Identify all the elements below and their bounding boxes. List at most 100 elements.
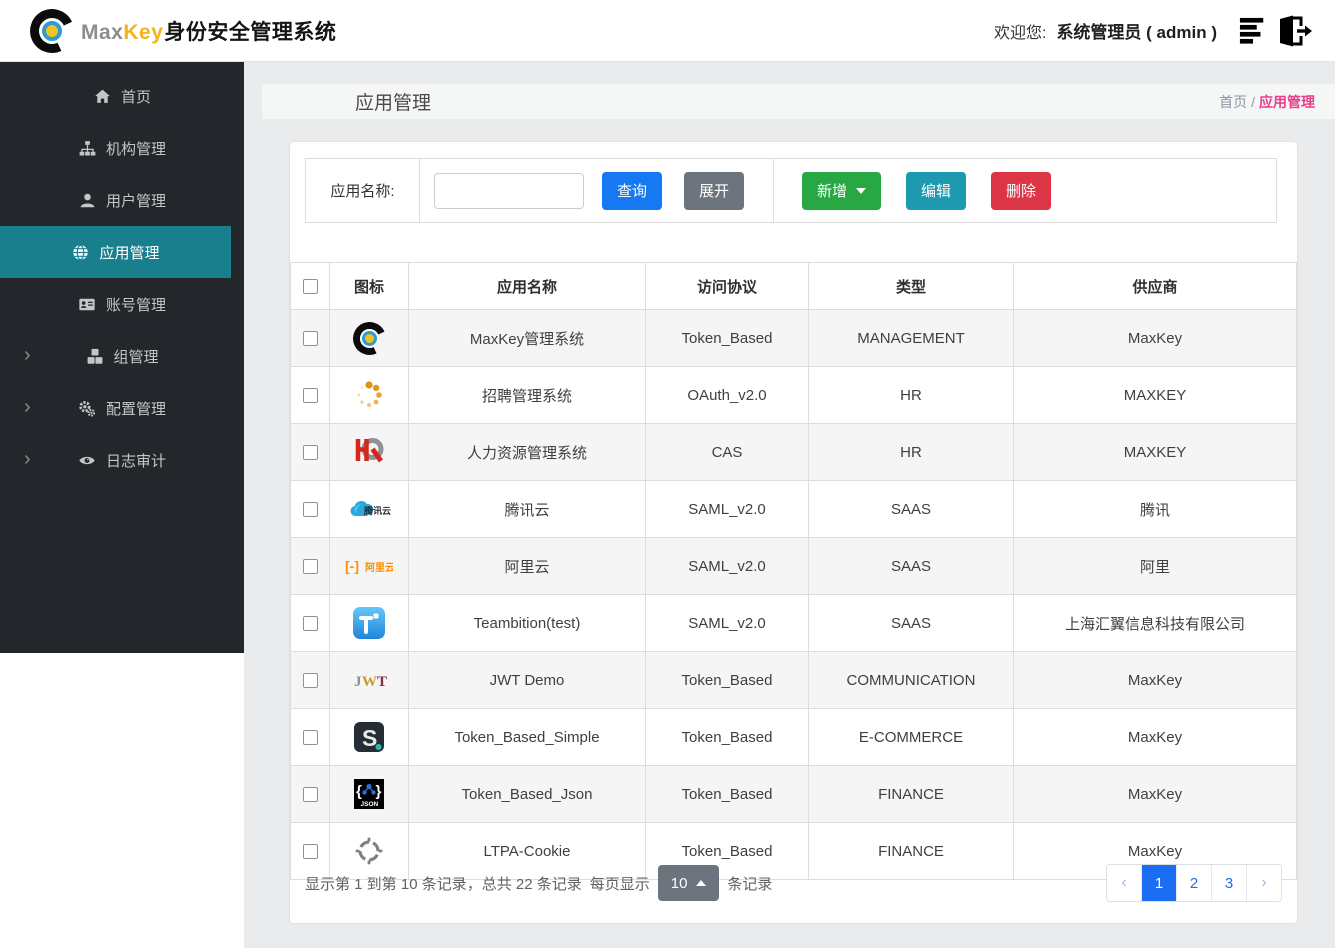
- applications-table: 图标 应用名称 访问协议 类型 供应商 MaxKey管理系统 Token_Based MAN…: [290, 262, 1297, 880]
- table-row[interactable]: 人力资源管理系统 CAS HR MAXKEY: [290, 423, 1297, 481]
- sidebar-item-home[interactable]: 首页: [0, 70, 244, 122]
- row-checkbox[interactable]: [302, 388, 318, 404]
- table-row[interactable]: [-] 阿里云 阿里云 SAML_v2.0 SAAS 阿里: [290, 537, 1297, 595]
- row-select-cell: [290, 594, 330, 652]
- column-header: 访问协议: [645, 262, 809, 310]
- table-header-row: 图标 应用名称 访问协议 类型 供应商: [290, 262, 1297, 310]
- globe-icon: [71, 244, 90, 261]
- pagination-page-button[interactable]: 2: [1176, 865, 1211, 901]
- row-select-cell: [290, 537, 330, 595]
- per-page-value: 10: [670, 874, 688, 892]
- svg-text:{: {: [356, 783, 362, 800]
- vendor-cell: MaxKey: [1013, 708, 1297, 766]
- sidebar-item-user[interactable]: 用户管理: [0, 174, 244, 226]
- add-button-label: 新增: [817, 183, 848, 200]
- pagination-page-button[interactable]: 1: [1141, 865, 1176, 901]
- protocol-cell: CAS: [645, 423, 809, 481]
- protocol-cell: SAML_v2.0: [645, 480, 809, 538]
- app-icon-cell: [-] 阿里云: [329, 537, 409, 595]
- main-content: 应用管理 首页 / 应用管理 应用名称: 查询 展开 新增 编辑 删除 图标 应…: [244, 62, 1335, 948]
- table-row[interactable]: J W T JWT Demo Token_Based COMMUNICATION MaxKe…: [290, 651, 1297, 709]
- delete-button[interactable]: 删除: [991, 171, 1052, 210]
- add-button[interactable]: 新增: [802, 171, 882, 210]
- breadcrumb-root[interactable]: 首页: [1219, 94, 1247, 110]
- type-cell: SAAS: [808, 594, 1014, 652]
- row-checkbox[interactable]: [302, 673, 318, 689]
- sidebar-item-label: 应用管理: [99, 244, 160, 262]
- per-page-label: 每页显示: [589, 875, 650, 893]
- s-logo-icon: S: [351, 717, 387, 757]
- top-header: MaxKey身份安全管理系统 欢迎您: 系统管理员 ( admin ): [0, 0, 1335, 62]
- app-name-cell: 人力资源管理系统: [408, 423, 646, 481]
- brand-key: Key: [123, 20, 164, 44]
- pagination-page-button[interactable]: 3: [1211, 865, 1246, 901]
- vendor-cell: 上海汇翼信息科技有限公司: [1013, 594, 1297, 652]
- row-select-cell: [290, 309, 330, 367]
- table-row[interactable]: 招聘管理系统 OAuth_v2.0 HR MAXKEY: [290, 366, 1297, 424]
- protocol-cell: OAuth_v2.0: [645, 366, 809, 424]
- caret-down-icon: [856, 187, 867, 194]
- column-header: 类型: [808, 262, 1014, 310]
- svg-text:腾讯云: 腾讯云: [363, 505, 391, 516]
- app-name-cell: Token_Based_Json: [408, 765, 646, 823]
- row-checkbox[interactable]: [302, 445, 318, 461]
- sidebar-item-label: 用户管理: [105, 192, 166, 210]
- current-user: 系统管理员 ( admin ): [1056, 23, 1217, 42]
- table-row[interactable]: S Token_Based_Simple Token_Based E-COMMERCE…: [290, 708, 1297, 766]
- logout-icon[interactable]: [1277, 14, 1313, 48]
- svg-text:W: W: [362, 674, 377, 690]
- actions-cell: 新增 编辑 删除: [774, 159, 1052, 222]
- app-icon-cell: [329, 423, 409, 481]
- jwt-icon: JWT: [351, 660, 387, 700]
- select-all-cell: [290, 262, 330, 310]
- type-cell: E-COMMERCE: [808, 708, 1014, 766]
- svg-text:J: J: [354, 674, 362, 690]
- pagination-prev-button[interactable]: ‹: [1107, 865, 1141, 901]
- row-checkbox[interactable]: [302, 616, 318, 632]
- row-checkbox[interactable]: [302, 502, 318, 518]
- vendor-cell: 阿里: [1013, 537, 1297, 595]
- user-icon: [78, 192, 97, 209]
- row-checkbox[interactable]: [302, 730, 318, 746]
- maxkey-logo-icon: [23, 2, 81, 59]
- app-name-label: 应用名称:: [306, 159, 420, 222]
- protocol-cell: Token_Based: [645, 309, 809, 367]
- table-row[interactable]: Teambition(test) SAML_v2.0 SAAS 上海汇翼信息科技有限公…: [290, 594, 1297, 652]
- page-header-bar: 应用管理 首页 / 应用管理: [262, 84, 1335, 119]
- top-right: 欢迎您: 系统管理员 ( admin ): [994, 14, 1313, 48]
- spinner-dots-icon: [351, 375, 387, 415]
- content-card: 应用名称: 查询 展开 新增 编辑 删除 图标 应用名称 访问协议 类型 供应商…: [290, 142, 1297, 923]
- table-row[interactable]: MaxKey管理系统 Token_Based MANAGEMENT MaxKey: [290, 309, 1297, 367]
- sidebar-item-config[interactable]: › 配置管理: [0, 382, 244, 434]
- select-all-checkbox[interactable]: [302, 279, 318, 295]
- row-checkbox[interactable]: [302, 331, 318, 347]
- expand-button[interactable]: 展开: [684, 171, 745, 210]
- sidebar-item-group[interactable]: › 组管理: [0, 330, 244, 382]
- sidebar-item-audit[interactable]: › 日志审计: [0, 434, 244, 486]
- query-button[interactable]: 查询: [602, 171, 663, 210]
- sidebar-item-org[interactable]: 机构管理: [0, 122, 244, 174]
- app-name-cell: 招聘管理系统: [408, 366, 646, 424]
- sidebar-item-app[interactable]: 应用管理: [0, 226, 231, 278]
- sidebar-item-account[interactable]: 账号管理: [0, 278, 244, 330]
- row-checkbox[interactable]: [302, 559, 318, 575]
- app-name-input[interactable]: [434, 172, 584, 209]
- svg-text:JSON: JSON: [361, 801, 379, 808]
- sidebar-item-label: 机构管理: [105, 140, 166, 158]
- row-checkbox[interactable]: [302, 844, 318, 860]
- per-page-dropdown[interactable]: 10: [657, 865, 720, 901]
- table-row[interactable]: {} JSON Token_Based_Json Token_Based FINANCE…: [290, 765, 1297, 823]
- page-title: 应用管理: [355, 93, 432, 114]
- chevron-right-icon: ›: [24, 344, 31, 367]
- pagination-next-button[interactable]: ›: [1246, 865, 1281, 901]
- vendor-cell: MaxKey: [1013, 309, 1297, 367]
- chevron-right-icon: ›: [24, 448, 31, 471]
- app-icon-cell: [329, 309, 409, 367]
- row-checkbox[interactable]: [302, 787, 318, 803]
- gears-icon: [78, 400, 97, 417]
- list-icon[interactable]: [1239, 16, 1267, 46]
- table-row[interactable]: 腾讯云 腾讯云 SAML_v2.0 SAAS 腾讯: [290, 480, 1297, 538]
- edit-button[interactable]: 编辑: [906, 171, 967, 210]
- app-icon-cell: {} JSON: [329, 765, 409, 823]
- sidebar-item-label: 配置管理: [105, 400, 166, 418]
